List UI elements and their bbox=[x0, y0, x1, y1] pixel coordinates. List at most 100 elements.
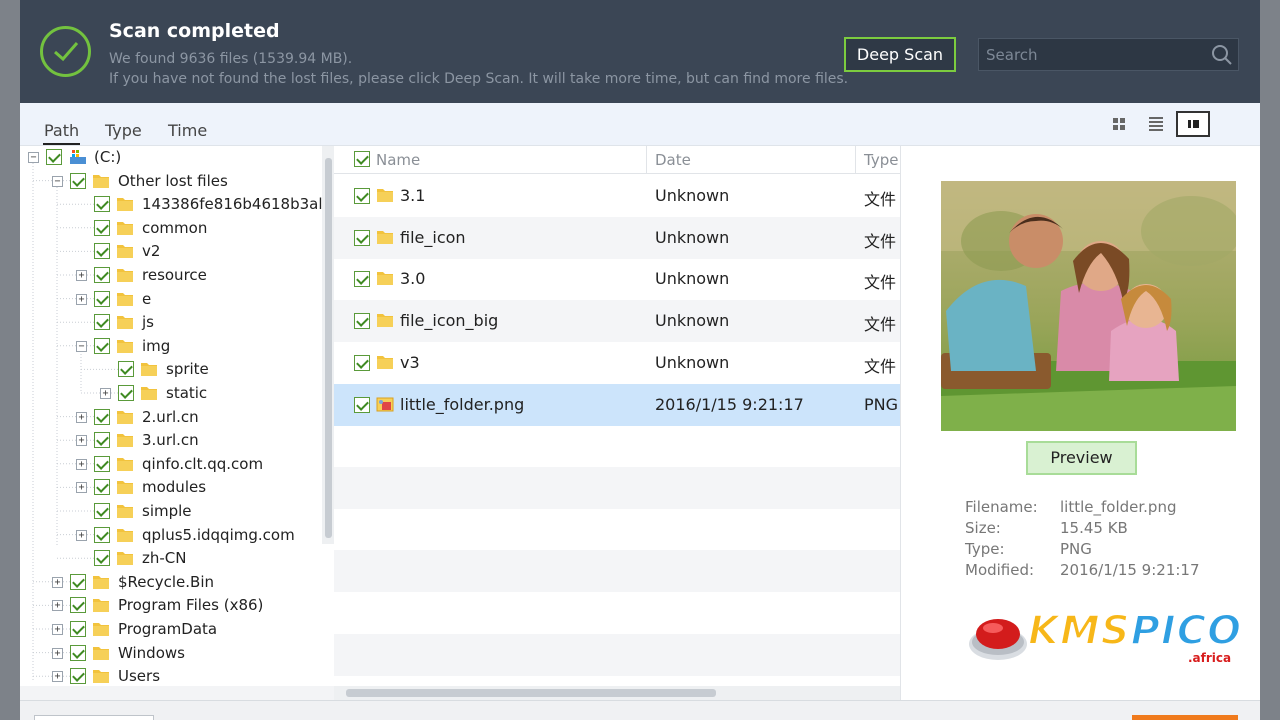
collapse-icon[interactable]: − bbox=[76, 340, 87, 352]
file-row-checkbox[interactable] bbox=[354, 313, 370, 330]
tree-node-checkbox[interactable] bbox=[70, 172, 86, 189]
column-type[interactable]: Type bbox=[864, 151, 898, 169]
file-row[interactable]: little_folder.png 2016/1/15 9:21:17 PNG bbox=[334, 383, 900, 426]
folder-icon bbox=[116, 478, 134, 496]
tree-node-checkbox[interactable] bbox=[70, 621, 86, 637]
list-view-icon[interactable] bbox=[1139, 111, 1173, 137]
tree-node-checkbox[interactable] bbox=[70, 597, 86, 614]
tree-node[interactable]: common bbox=[20, 218, 320, 240]
expand-icon[interactable]: + bbox=[100, 388, 111, 399]
tree-node-checkbox[interactable] bbox=[94, 196, 110, 213]
empty-row bbox=[334, 425, 900, 467]
recover-button[interactable] bbox=[1132, 715, 1238, 720]
file-name: 3.0 bbox=[400, 269, 426, 289]
expand-icon[interactable]: + bbox=[76, 270, 87, 281]
search-icon[interactable] bbox=[1211, 44, 1233, 66]
tab-type[interactable]: Type bbox=[105, 121, 142, 140]
tree-node[interactable]: js bbox=[20, 312, 320, 334]
tree-node-checkbox[interactable] bbox=[94, 550, 110, 567]
tree-node[interactable]: − (C:) bbox=[20, 147, 320, 169]
tree-node[interactable]: + ProgramData bbox=[20, 619, 320, 641]
tree-node-checkbox[interactable] bbox=[94, 267, 110, 283]
tab-path[interactable]: Path bbox=[43, 121, 81, 145]
collapse-icon[interactable]: − bbox=[52, 175, 63, 187]
expand-icon[interactable]: + bbox=[52, 647, 63, 659]
tree-node[interactable]: + e bbox=[20, 289, 320, 311]
tree-node-checkbox[interactable] bbox=[94, 337, 110, 354]
tree-node-checkbox[interactable] bbox=[118, 385, 134, 401]
tree-node[interactable]: + resource bbox=[20, 265, 320, 287]
expand-icon[interactable]: + bbox=[76, 293, 87, 305]
expand-icon[interactable]: + bbox=[52, 624, 63, 635]
tree-node-checkbox[interactable] bbox=[94, 455, 110, 472]
column-name[interactable]: Name bbox=[376, 151, 420, 169]
tree-node-label: $Recycle.Bin bbox=[118, 572, 215, 591]
tree-node-checkbox[interactable] bbox=[94, 314, 110, 331]
file-row-checkbox[interactable] bbox=[354, 354, 370, 371]
column-date[interactable]: Date bbox=[655, 151, 691, 169]
search-input[interactable] bbox=[979, 39, 1205, 70]
tree-node[interactable]: − Other lost files bbox=[20, 171, 320, 193]
tree-node-checkbox[interactable] bbox=[46, 149, 62, 165]
expand-icon[interactable]: + bbox=[52, 600, 63, 612]
tree-node-checkbox[interactable] bbox=[118, 361, 134, 378]
tree-node-checkbox[interactable] bbox=[94, 219, 110, 236]
collapse-icon[interactable]: − bbox=[28, 152, 39, 163]
tree-node[interactable]: simple bbox=[20, 501, 320, 523]
tree-node[interactable]: + static bbox=[20, 383, 320, 405]
file-row[interactable]: file_icon Unknown 文件 bbox=[334, 216, 900, 259]
tree-node-checkbox[interactable] bbox=[94, 408, 110, 425]
tree-node-checkbox[interactable] bbox=[70, 644, 86, 661]
tree-node-checkbox[interactable] bbox=[94, 243, 110, 260]
file-row[interactable]: file_icon_big Unknown 文件 bbox=[334, 300, 900, 343]
file-row-checkbox[interactable] bbox=[354, 188, 370, 204]
file-row-checkbox[interactable] bbox=[354, 271, 370, 288]
expand-icon[interactable]: + bbox=[52, 671, 63, 683]
expand-icon[interactable]: + bbox=[76, 435, 87, 447]
expand-icon[interactable]: + bbox=[76, 482, 87, 494]
file-row[interactable]: 3.1 Unknown 文件 bbox=[334, 175, 900, 217]
tree-node[interactable]: + qplus5.idqqimg.com bbox=[20, 525, 320, 547]
file-row[interactable]: v3 Unknown 文件 bbox=[334, 342, 900, 384]
tree-node[interactable]: +3.url.cn bbox=[20, 430, 320, 452]
tree-node[interactable]: + qinfo.clt.qq.com bbox=[20, 454, 320, 476]
tree-node[interactable]: + Users bbox=[20, 666, 320, 686]
tab-time[interactable]: Time bbox=[168, 121, 207, 140]
tree-node[interactable]: sprite bbox=[20, 359, 320, 381]
tree-node[interactable]: + Windows bbox=[20, 643, 320, 665]
tree-node-checkbox[interactable] bbox=[70, 573, 86, 590]
deep-scan-button[interactable]: Deep Scan bbox=[844, 37, 956, 72]
tree-node-checkbox[interactable] bbox=[94, 290, 110, 307]
expand-icon[interactable]: + bbox=[76, 458, 87, 470]
column-divider[interactable] bbox=[855, 146, 856, 174]
thumbnail-view-icon[interactable] bbox=[1103, 111, 1137, 137]
tree-node-checkbox[interactable] bbox=[94, 503, 110, 519]
tree-node[interactable]: + modules bbox=[20, 477, 320, 499]
column-divider[interactable] bbox=[646, 146, 647, 174]
tree-node[interactable]: 143386fe816b4618b3al bbox=[20, 194, 323, 216]
expand-icon[interactable]: + bbox=[76, 411, 87, 423]
tree-node-checkbox[interactable] bbox=[94, 479, 110, 496]
file-row-checkbox[interactable] bbox=[354, 229, 370, 246]
detail-view-icon[interactable] bbox=[1176, 111, 1210, 137]
tree-node[interactable]: + $Recycle.Bin bbox=[20, 572, 320, 594]
preview-button[interactable]: Preview bbox=[1026, 441, 1137, 475]
tree-node[interactable]: v2 bbox=[20, 241, 320, 263]
tree-scrollbar-thumb[interactable] bbox=[325, 158, 332, 538]
expand-icon[interactable]: + bbox=[76, 529, 87, 541]
tree-node-checkbox[interactable] bbox=[94, 526, 110, 543]
file-list-scrollbar-thumb[interactable] bbox=[346, 689, 716, 697]
select-all-checkbox[interactable] bbox=[354, 151, 370, 167]
file-list-scrollbar[interactable] bbox=[334, 686, 900, 700]
tree-node-checkbox[interactable] bbox=[70, 668, 86, 685]
tree-node[interactable]: zh-CN bbox=[20, 548, 320, 570]
back-button[interactable] bbox=[34, 715, 154, 720]
file-type: 文件 bbox=[864, 273, 897, 293]
file-row-checkbox[interactable] bbox=[354, 396, 370, 413]
tree-node-checkbox[interactable] bbox=[94, 432, 110, 449]
tree-node[interactable]: +2.url.cn bbox=[20, 407, 320, 429]
file-row[interactable]: 3.0 Unknown 文件 bbox=[334, 258, 900, 300]
tree-node[interactable]: + Program Files (x86) bbox=[20, 595, 320, 617]
expand-icon[interactable]: + bbox=[52, 576, 63, 588]
tree-node[interactable]: − img bbox=[20, 336, 320, 358]
